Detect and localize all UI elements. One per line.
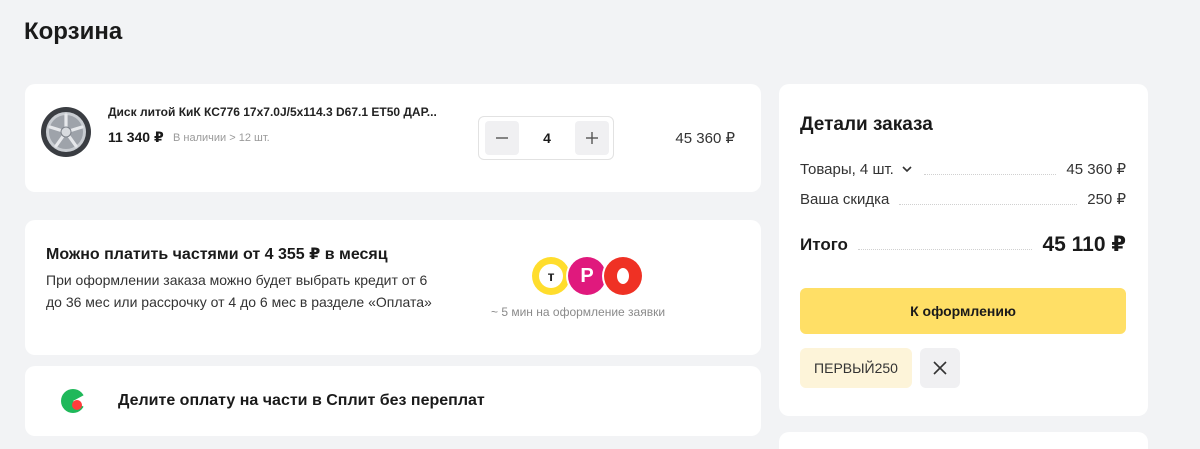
- total-value: 45 110 ₽: [1042, 233, 1126, 256]
- stock-status: В наличии > 12 шт.: [173, 132, 270, 144]
- goods-value: 45 360 ₽: [1066, 161, 1126, 178]
- quantity-stepper: 4: [478, 116, 614, 160]
- installment-description: При оформлении заказа можно будет выбрат…: [46, 272, 432, 310]
- chevron-down-icon[interactable]: [900, 164, 914, 174]
- total-row: Итого 45 110 ₽: [800, 232, 1126, 257]
- total-label: Итого: [800, 234, 848, 254]
- bank-logos: т Р: [532, 257, 644, 295]
- dotted-leader: [857, 249, 1033, 250]
- line-total: 45 360 ₽: [675, 130, 735, 147]
- alfa-bank-logo: [604, 257, 642, 295]
- bank-p-logo: Р: [568, 257, 606, 295]
- promo-code-chip: ПЕРВЫЙ250: [800, 348, 912, 388]
- increase-quantity-button[interactable]: [575, 121, 609, 155]
- secondary-card: [779, 432, 1148, 449]
- unit-price: 11 340 ₽: [108, 129, 164, 145]
- discount-label: Ваша скидка: [800, 190, 890, 208]
- minus-icon: [496, 137, 508, 139]
- order-summary: Детали заказа Товары, 4 шт. 45 360 ₽ Ваш…: [779, 84, 1148, 416]
- remove-promo-button[interactable]: [920, 348, 960, 388]
- split-text: Делите оплату на части в Сплит без переп…: [118, 392, 485, 409]
- split-logo-icon: [61, 389, 86, 413]
- installment-note: ~ 5 мин на оформление заявки: [491, 305, 666, 319]
- checkout-button[interactable]: К оформлению: [800, 288, 1126, 334]
- cart-item: Диск литой КиК КС776 17x7.0J/5x114.3 D67…: [25, 84, 761, 192]
- dotted-leader: [899, 203, 1078, 205]
- installment-banner: Можно платить частями от 4 355 ₽ в месяц…: [25, 220, 761, 355]
- close-icon: [933, 361, 947, 375]
- goods-row[interactable]: Товары, 4 шт. 45 360 ₽: [800, 160, 1126, 179]
- plus-icon: [586, 132, 598, 144]
- split-banner[interactable]: Делите оплату на части в Сплит без переп…: [25, 366, 761, 436]
- tbank-logo: т: [532, 257, 570, 295]
- installment-title: Можно платить частями от 4 355 ₽ в месяц: [46, 246, 388, 263]
- wheel-image[interactable]: [40, 106, 92, 158]
- product-title[interactable]: Диск литой КиК КС776 17x7.0J/5x114.3 D67…: [108, 105, 437, 119]
- goods-label: Товары, 4 шт.: [800, 160, 894, 178]
- page-title: Корзина: [24, 18, 123, 45]
- discount-value: 250 ₽: [1087, 191, 1126, 208]
- order-title: Детали заказа: [800, 114, 933, 135]
- decrease-quantity-button[interactable]: [485, 121, 519, 155]
- quantity-value[interactable]: 4: [523, 117, 571, 159]
- discount-row: Ваша скидка 250 ₽: [800, 190, 1126, 209]
- dotted-leader: [923, 173, 1057, 175]
